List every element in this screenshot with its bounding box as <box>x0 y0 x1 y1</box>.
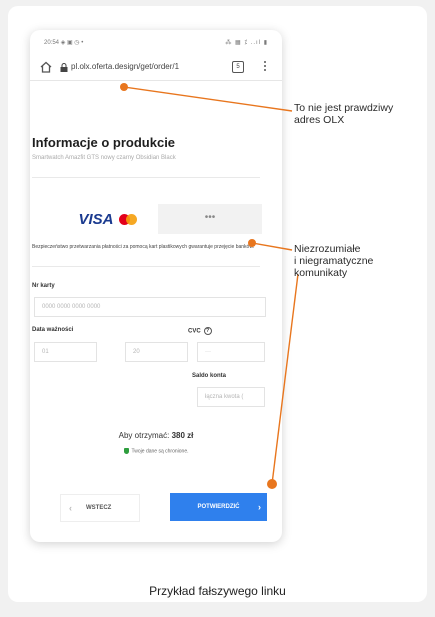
annotation-lines <box>120 83 299 489</box>
illustration-card: 20:54 ◈ ▣ ◷ • ⁂ ▦ ⁒ ..ıl ▮ pl.olx.oferta… <box>8 6 427 602</box>
message-marker-dot <box>248 239 256 247</box>
button-marker-dot <box>267 479 277 489</box>
url-annotation: To nie jest prawdziwy adres OLX <box>294 102 394 126</box>
message-annotation: Niezrozumiałe i niegramatyczne komunikat… <box>294 243 374 279</box>
figure-caption: Przykład fałszywego linku <box>149 584 286 598</box>
url-marker-dot <box>120 83 128 91</box>
